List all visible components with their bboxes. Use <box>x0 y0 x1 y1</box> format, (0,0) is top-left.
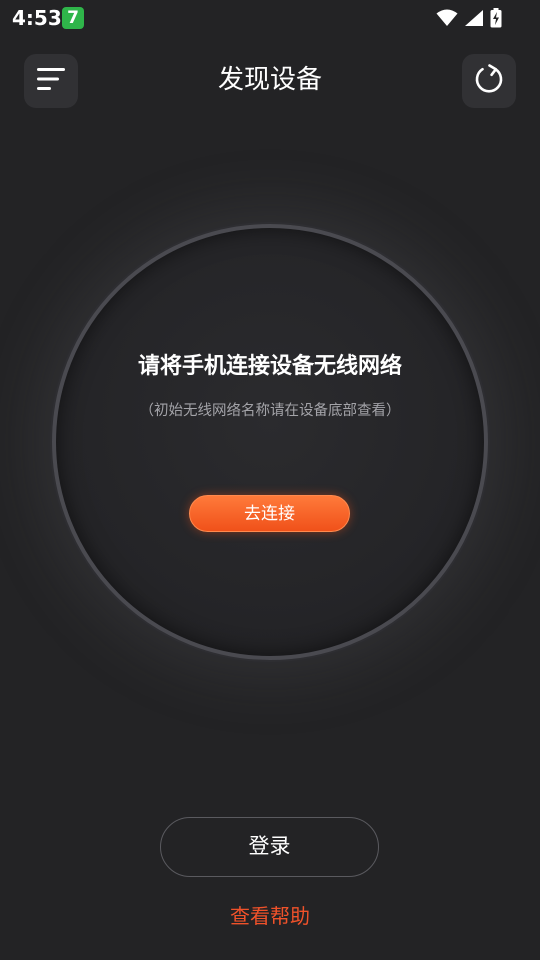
menu-button[interactable] <box>24 54 78 108</box>
wifi-icon <box>436 9 458 27</box>
cellular-signal-icon <box>464 9 484 27</box>
status-bar: 4:53 7 <box>0 0 540 36</box>
connect-button[interactable]: 去连接 <box>189 495 350 532</box>
help-link[interactable]: 查看帮助 <box>170 900 370 932</box>
connect-instruction-subtext: （初始无线网络名称请在设备底部查看） <box>139 403 401 419</box>
login-button[interactable]: 登录 <box>160 817 379 877</box>
app-notification-icon: 7 <box>62 7 84 29</box>
connect-instruction-heading: 请将手机连接设备无线网络 <box>137 354 402 379</box>
status-icons <box>436 7 502 29</box>
page-title: 发现设备 <box>217 65 322 95</box>
connection-circle <box>52 224 488 660</box>
battery-charging-icon <box>490 8 502 28</box>
menu-lines-icon <box>36 66 66 96</box>
refresh-button[interactable] <box>462 54 516 108</box>
refresh-icon <box>473 63 505 99</box>
status-time: 4:53 <box>12 6 62 30</box>
